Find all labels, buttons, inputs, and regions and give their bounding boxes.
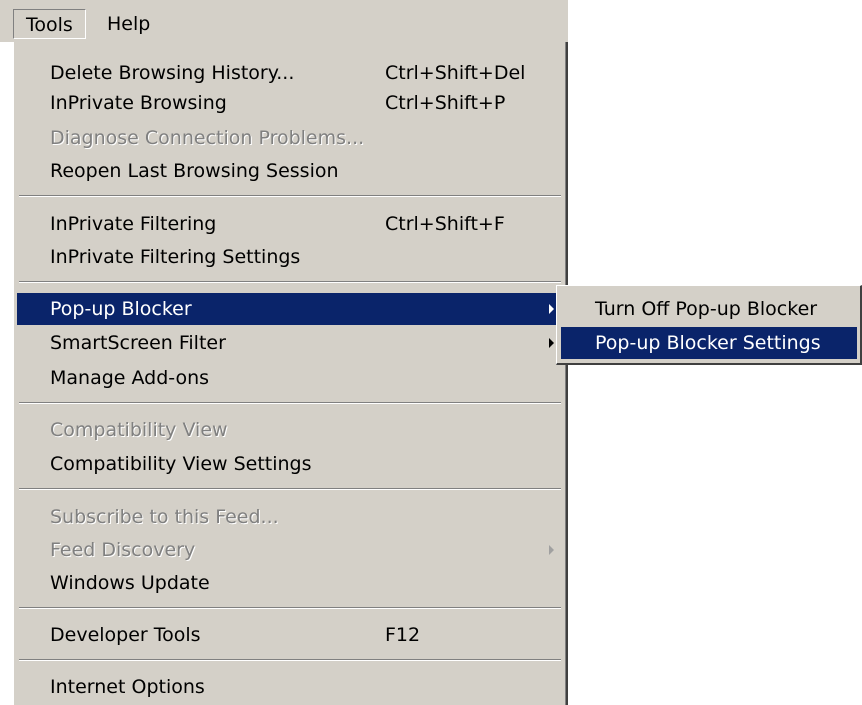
popup-blocker-submenu: Turn Off Pop-up Blocker Pop-up Blocker S… bbox=[556, 285, 862, 365]
submenu-item-label: Pop-up Blocker Settings bbox=[595, 332, 821, 354]
menu-item-inprivate-browsing[interactable]: InPrivate Browsing Ctrl+Shift+P bbox=[17, 87, 564, 119]
menu-separator bbox=[19, 607, 561, 609]
menu-item-windows-update[interactable]: Windows Update bbox=[17, 567, 564, 599]
menu-item-subscribe-to-this-feed: Subscribe to this Feed... bbox=[17, 501, 564, 533]
menu-item-inprivate-filtering[interactable]: InPrivate Filtering Ctrl+Shift+F bbox=[17, 208, 564, 240]
menu-item-shortcut: Ctrl+Shift+P bbox=[385, 92, 506, 114]
submenu-arrow-icon bbox=[549, 304, 554, 314]
menu-item-label: Reopen Last Browsing Session bbox=[50, 160, 339, 182]
menu-item-label: Manage Add-ons bbox=[50, 367, 210, 389]
menu-separator bbox=[19, 488, 561, 490]
menu-item-label: InPrivate Filtering Settings bbox=[50, 246, 301, 268]
menu-item-label: Pop-up Blocker bbox=[50, 298, 192, 320]
submenu-item-popup-blocker-settings[interactable]: Pop-up Blocker Settings bbox=[561, 327, 857, 359]
submenu-arrow-icon bbox=[549, 338, 554, 348]
tools-menu: Delete Browsing History... Ctrl+Shift+De… bbox=[13, 42, 568, 705]
menu-item-compatibility-view-settings[interactable]: Compatibility View Settings bbox=[17, 448, 564, 480]
menu-separator bbox=[19, 195, 561, 197]
submenu-item-turn-off-popup-blocker[interactable]: Turn Off Pop-up Blocker bbox=[561, 293, 857, 325]
menu-item-popup-blocker[interactable]: Pop-up Blocker bbox=[17, 293, 564, 325]
menu-item-label: Diagnose Connection Problems... bbox=[50, 127, 365, 149]
menu-item-label: InPrivate Browsing bbox=[50, 92, 227, 114]
menubar-help[interactable]: Help bbox=[95, 9, 162, 39]
menu-item-shortcut: Ctrl+Shift+Del bbox=[385, 62, 526, 84]
menu-item-label: Compatibility View bbox=[50, 419, 228, 441]
menu-separator bbox=[19, 281, 561, 283]
menu-item-manage-add-ons[interactable]: Manage Add-ons bbox=[17, 362, 564, 394]
submenu-arrow-icon bbox=[549, 545, 554, 555]
menu-item-label: Delete Browsing History... bbox=[50, 62, 295, 84]
menu-item-label: Feed Discovery bbox=[50, 539, 196, 561]
menu-item-label: Windows Update bbox=[50, 572, 210, 594]
menu-item-label: InPrivate Filtering bbox=[50, 213, 217, 235]
menu-separator bbox=[19, 402, 561, 404]
menu-item-diagnose-connection-problems: Diagnose Connection Problems... bbox=[17, 122, 564, 154]
menu-item-feed-discovery: Feed Discovery bbox=[17, 534, 564, 566]
menu-item-inprivate-filtering-settings[interactable]: InPrivate Filtering Settings bbox=[17, 241, 564, 273]
menu-item-label: Developer Tools bbox=[50, 624, 201, 646]
submenu-item-label: Turn Off Pop-up Blocker bbox=[595, 298, 818, 320]
menu-item-label: Compatibility View Settings bbox=[50, 453, 312, 475]
menu-item-reopen-last-browsing-session[interactable]: Reopen Last Browsing Session bbox=[17, 155, 564, 187]
menu-item-developer-tools[interactable]: Developer Tools F12 bbox=[17, 619, 564, 651]
menu-item-delete-browsing-history[interactable]: Delete Browsing History... Ctrl+Shift+De… bbox=[17, 57, 564, 89]
menu-item-shortcut: F12 bbox=[385, 624, 421, 646]
menu-item-label: SmartScreen Filter bbox=[50, 332, 226, 354]
menu-bar: Tools Help bbox=[0, 0, 568, 42]
menu-item-shortcut: Ctrl+Shift+F bbox=[385, 213, 505, 235]
menu-separator bbox=[19, 659, 561, 661]
menu-item-label: Subscribe to this Feed... bbox=[50, 506, 279, 528]
menubar-tools[interactable]: Tools bbox=[13, 9, 86, 39]
menu-item-smartscreen-filter[interactable]: SmartScreen Filter bbox=[17, 327, 564, 359]
menu-item-compatibility-view: Compatibility View bbox=[17, 414, 564, 446]
menu-item-label: Internet Options bbox=[50, 676, 205, 698]
menu-item-internet-options[interactable]: Internet Options bbox=[17, 671, 564, 703]
